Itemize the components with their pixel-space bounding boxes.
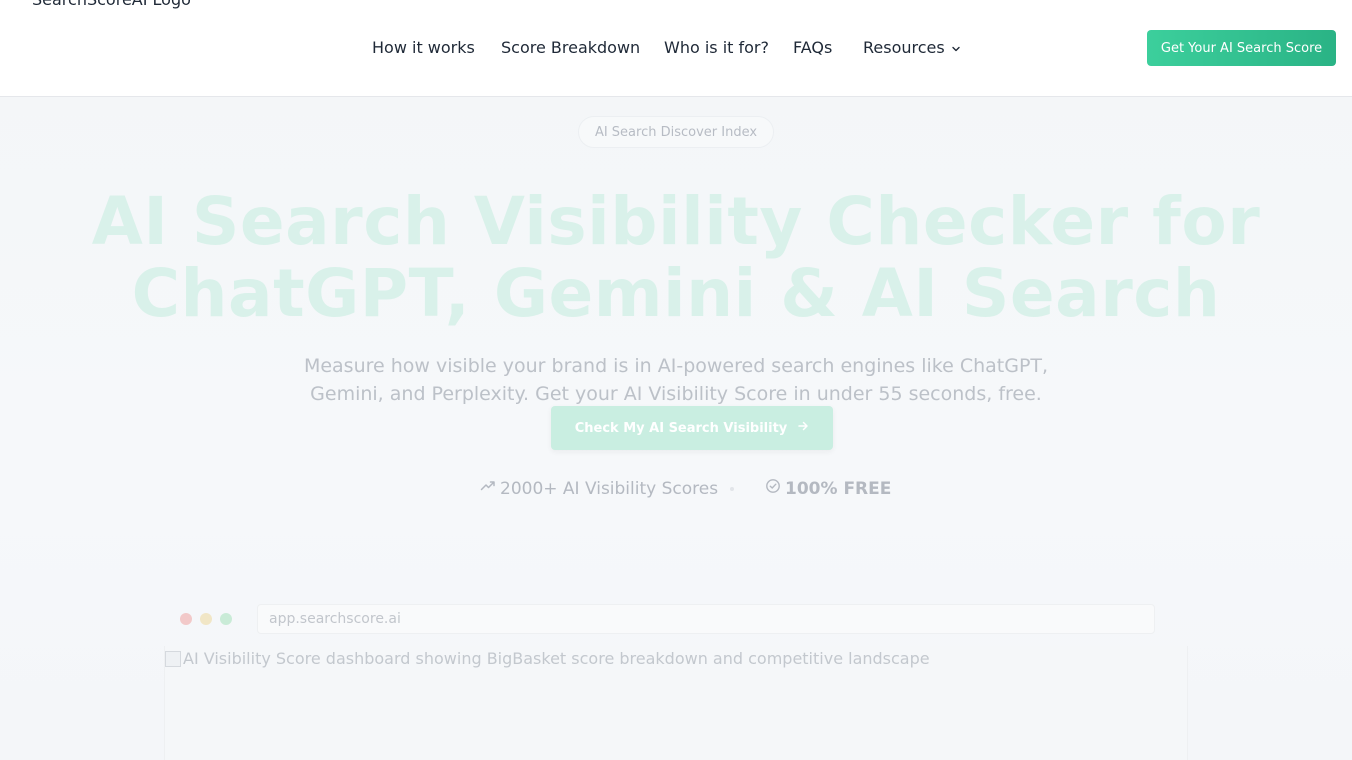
nav-faqs[interactable]: FAQs — [793, 36, 832, 60]
url-bar: app.searchscore.ai — [257, 604, 1155, 634]
hero-badge: AI Search Discover Index — [578, 116, 774, 148]
dashboard-image-alt: AI Visibility Score dashboard showing Bi… — [183, 649, 930, 668]
site-header: SearchScoreAI Logo How it works Score Br… — [0, 0, 1352, 97]
check-visibility-label: Check My AI Search Visibility — [574, 420, 788, 436]
browser-mockup: app.searchscore.ai AI Visibility Score d… — [164, 600, 1188, 760]
maximize-dot-icon — [220, 613, 232, 625]
minimize-dot-icon — [200, 613, 212, 625]
logo[interactable]: SearchScoreAI Logo — [32, 0, 191, 9]
stat-free: 100% FREE — [765, 477, 891, 501]
hero-title: AI Search Visibility Checker for ChatGPT… — [0, 186, 1352, 330]
broken-image-icon — [165, 650, 181, 667]
stat-scores-label: 2000+ AI Visibility Scores — [500, 479, 719, 499]
arrow-right-icon — [797, 420, 809, 436]
nav-resources[interactable]: Resources — [863, 36, 961, 61]
stat-separator — [730, 487, 734, 491]
dashboard-screenshot: AI Visibility Score dashboard showing Bi… — [164, 646, 1188, 760]
close-dot-icon — [180, 613, 192, 625]
nav-resources-label: Resources — [863, 38, 945, 57]
chevron-down-icon — [951, 37, 961, 61]
nav-how-it-works[interactable]: How it works — [372, 36, 475, 60]
nav-score-breakdown[interactable]: Score Breakdown — [501, 36, 640, 60]
hero-title-line-2: ChatGPT, Gemini & AI Search — [131, 255, 1221, 332]
check-visibility-button[interactable]: Check My AI Search Visibility — [551, 406, 833, 450]
check-circle-icon — [765, 477, 781, 501]
hero-stats: 2000+ AI Visibility Scores 100% FREE — [0, 477, 1352, 501]
nav-who-is-it-for[interactable]: Who is it for? — [664, 36, 769, 60]
get-score-button[interactable]: Get Your AI Search Score — [1147, 30, 1336, 66]
trending-up-icon — [480, 477, 496, 501]
stat-free-label: 100% FREE — [785, 479, 892, 499]
hero-title-line-1: AI Search Visibility Checker for — [91, 183, 1261, 260]
hero-subtitle: Measure how visible your brand is in AI-… — [303, 355, 1049, 405]
stat-scores: 2000+ AI Visibility Scores — [480, 477, 718, 501]
dashboard-image: AI Visibility Score dashboard showing Bi… — [165, 649, 930, 668]
